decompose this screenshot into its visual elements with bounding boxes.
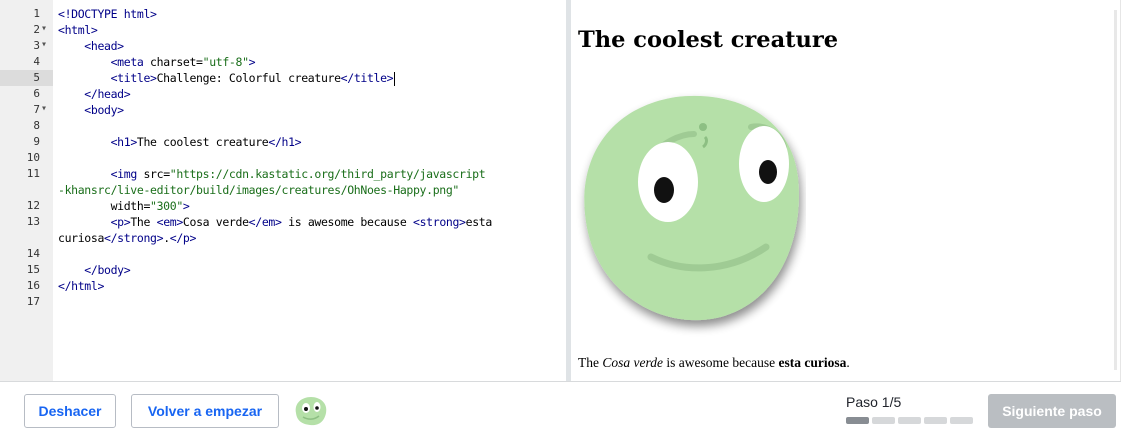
- footer-toolbar: Deshacer Volver a empezar Paso 1/5 Sigui…: [0, 381, 1121, 436]
- preview-paragraph: The Cosa verde is awesome because esta c…: [578, 355, 850, 370]
- code-line[interactable]: -khansrc/live-editor/build/images/creatu…: [58, 182, 459, 198]
- line-number: 13: [26, 215, 40, 228]
- line-number: [0, 230, 53, 246]
- text-cursor: [394, 71, 396, 86]
- line-number: 8: [33, 119, 40, 132]
- line-number: 5: [33, 71, 40, 84]
- fold-arrow-icon[interactable]: ▾: [41, 39, 47, 50]
- line-number: 7 ▾: [33, 103, 48, 116]
- code-line[interactable]: <h1>The coolest creature</h1>: [58, 134, 302, 150]
- preview-heading: The coolest creature: [578, 27, 839, 53]
- code-line[interactable]: </head>: [58, 86, 130, 102]
- code-line[interactable]: <!DOCTYPE html>: [58, 6, 157, 22]
- code-line[interactable]: width="300">: [58, 198, 190, 214]
- step-segment: [950, 417, 973, 424]
- code-line[interactable]: <meta charset="utf-8">: [58, 54, 256, 70]
- step-segment: [924, 417, 947, 424]
- fold-arrow-icon[interactable]: ▾: [41, 103, 47, 114]
- preview-scrollbar[interactable]: [1114, 10, 1117, 370]
- line-number: 9: [33, 135, 40, 148]
- line-number: 2 ▾: [33, 23, 48, 36]
- step-segment: [898, 417, 921, 424]
- line-number: 3 ▾: [33, 39, 48, 52]
- line-number: 15: [26, 263, 40, 276]
- code-line[interactable]: <img src="https://cdn.kastatic.org/third…: [58, 166, 486, 182]
- step-segment: [846, 417, 869, 424]
- code-line[interactable]: <html>: [58, 22, 98, 38]
- code-line[interactable]: <p>The <em>Cosa verde</em> is awesome be…: [58, 214, 493, 230]
- line-number: 14: [26, 247, 40, 260]
- step-indicator-label: Paso 1/5: [846, 394, 902, 410]
- code-line[interactable]: curiosa</strong>.</p>: [58, 230, 196, 246]
- code-line[interactable]: <title>Challenge: Colorful creature</tit…: [58, 70, 396, 86]
- code-line[interactable]: </html>: [58, 278, 104, 294]
- line-number: 17: [26, 295, 40, 308]
- code-line[interactable]: <head>: [58, 38, 124, 54]
- line-number: 6: [33, 87, 40, 100]
- line-number: 16: [26, 279, 40, 292]
- fold-arrow-icon[interactable]: ▾: [41, 23, 47, 34]
- creature-avatar: [295, 397, 327, 426]
- code-line[interactable]: </body>: [58, 262, 130, 278]
- code-editor[interactable]: 1 2 ▾ 3 ▾ 4 5 6 7 ▾ 8 9 10 11 12 13 14 15 16 17 <!DOCTYPE h…: [0, 0, 566, 381]
- undo-button[interactable]: Deshacer: [24, 394, 116, 428]
- code-line[interactable]: <body>: [58, 102, 124, 118]
- line-number: 12: [26, 199, 40, 212]
- line-number: 11: [26, 167, 40, 180]
- step-segment: [872, 417, 895, 424]
- line-number: 10: [26, 151, 40, 164]
- line-number: 1: [33, 7, 40, 20]
- restart-button[interactable]: Volver a empezar: [131, 394, 279, 428]
- line-number: [0, 182, 53, 198]
- line-number: 4: [33, 55, 40, 68]
- output-preview: The coolest creature The Cosa verde is a…: [571, 0, 1121, 381]
- creature-image: [584, 95, 799, 321]
- next-step-button[interactable]: Siguiente paso: [988, 394, 1116, 428]
